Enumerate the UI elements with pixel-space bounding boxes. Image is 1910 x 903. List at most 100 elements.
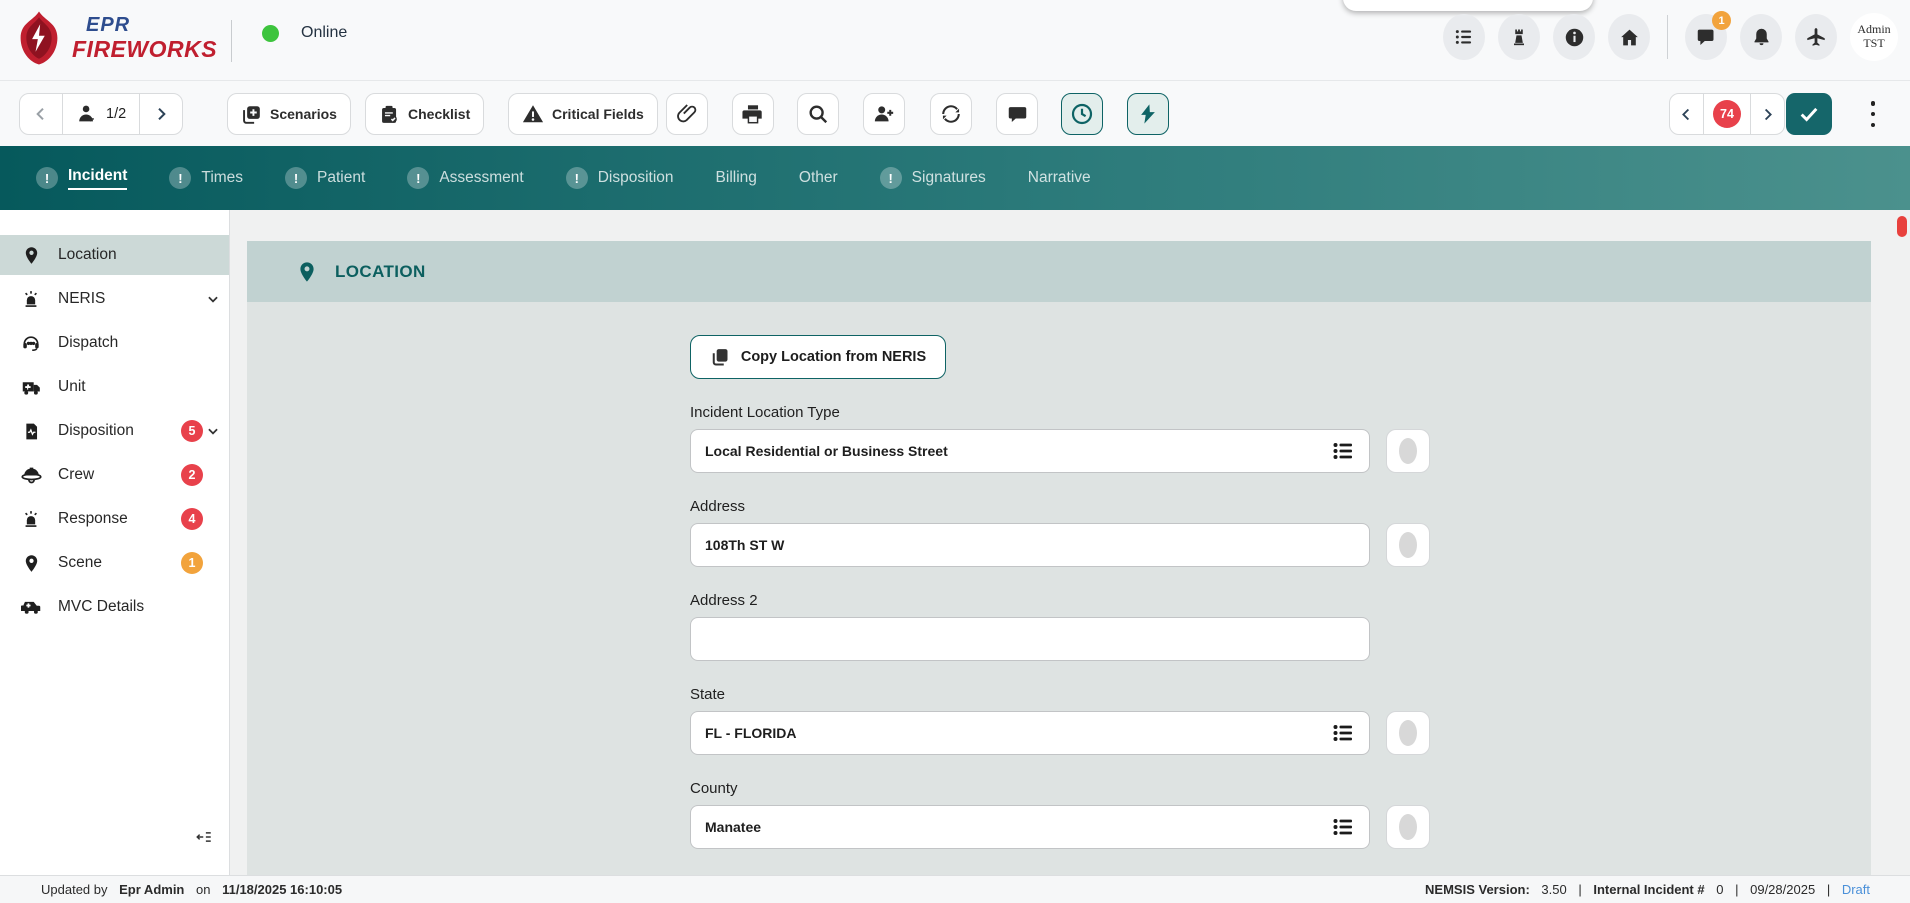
sidebar-item-unit[interactable]: Unit [0, 367, 229, 407]
alert-count-badge: 5 [181, 420, 203, 442]
list-menu-button[interactable] [1443, 14, 1485, 60]
patient-icon [76, 103, 98, 125]
tab-billing[interactable]: Billing [716, 169, 757, 187]
state-input[interactable]: FL - FLORIDA [690, 711, 1370, 755]
validation-count: 74 [1703, 94, 1750, 134]
field-address: Address 108Th ST W [690, 498, 1436, 567]
county-input[interactable]: Manatee [690, 805, 1370, 849]
field-address-2: Address 2 [690, 592, 1436, 661]
copy-location-from-neris-button[interactable]: Copy Location from NERIS [690, 335, 946, 379]
incident-date: 09/28/2025 [1750, 882, 1815, 897]
chat-count-badge: 1 [1712, 11, 1731, 30]
notifications-button[interactable] [1740, 14, 1782, 60]
validation-prev-button[interactable] [1670, 94, 1703, 134]
list-picker-icon[interactable] [1331, 439, 1355, 463]
sidebar-item-label: Crew [58, 466, 94, 484]
tab-incident[interactable]: ! Incident [36, 167, 127, 190]
sidebar-item-crew[interactable]: Crew 2 [0, 455, 229, 495]
sidebar-item-response[interactable]: Response 4 [0, 499, 229, 539]
sidebar-item-mvc-details[interactable]: MVC Details [0, 587, 229, 627]
address-2-input[interactable] [690, 617, 1370, 661]
info-button[interactable] [1553, 14, 1595, 60]
prev-record-button[interactable] [20, 94, 62, 134]
more-options-button[interactable] [1864, 101, 1882, 127]
tab-patient[interactable]: ! Patient [285, 167, 365, 189]
add-person-button[interactable] [863, 93, 905, 135]
info-icon [1564, 27, 1585, 48]
scrollbar-thumb[interactable] [1897, 216, 1907, 237]
sidebar-item-dispatch[interactable]: Dispatch [0, 323, 229, 363]
vehicle-icon [20, 596, 42, 618]
tower-button[interactable] [1498, 14, 1540, 60]
checklist-button[interactable]: Checklist [365, 93, 484, 135]
tab-label: Assessment [439, 169, 523, 187]
tab-disposition[interactable]: ! Disposition [566, 167, 674, 189]
ambulance-icon [20, 376, 42, 398]
field-label: Incident Location Type [690, 404, 1436, 421]
field-status-button[interactable] [1386, 523, 1430, 567]
alert-icon: ! [169, 167, 191, 189]
avatar-name-line1: Admin [1857, 23, 1890, 37]
tab-times[interactable]: ! Times [169, 167, 243, 189]
sidebar-item-label: Dispatch [58, 334, 118, 352]
incident-location-type-input[interactable]: Local Residential or Business Street [690, 429, 1370, 473]
sidebar-item-label: Scene [58, 554, 102, 572]
alert-icon: ! [566, 167, 588, 189]
sidebar: Location NERIS Dispatch Unit Disposition… [0, 210, 230, 875]
flight-mode-button[interactable] [1795, 14, 1837, 60]
tab-assessment[interactable]: ! Assessment [407, 167, 523, 189]
tab-label: Billing [716, 169, 757, 187]
copy-location-label: Copy Location from NERIS [741, 349, 926, 365]
list-picker-icon[interactable] [1331, 815, 1355, 839]
field-status-button[interactable] [1386, 429, 1430, 473]
print-button[interactable] [732, 93, 774, 135]
validation-count-badge: 74 [1713, 100, 1741, 128]
sync-button[interactable] [930, 93, 972, 135]
nemsis-version-value: 3.50 [1541, 882, 1566, 897]
tab-label: Narrative [1028, 169, 1091, 187]
location-card: LOCATION Copy Location from NERIS Incide… [247, 241, 1871, 875]
times-quick-button[interactable] [1061, 93, 1103, 135]
avatar[interactable]: Admin TST [1850, 13, 1898, 61]
floating-tooltip-remnant [1343, 0, 1593, 11]
draft-status-link[interactable]: Draft [1842, 882, 1870, 897]
quick-actions-button[interactable] [1127, 93, 1169, 135]
alert-icon: ! [880, 167, 902, 189]
comments-button[interactable] [996, 93, 1038, 135]
collapse-sidebar-icon[interactable] [195, 828, 213, 846]
address-input[interactable]: 108Th ST W [690, 523, 1370, 567]
messages-button[interactable]: 1 [1685, 14, 1727, 60]
home-button[interactable] [1608, 14, 1650, 60]
list-picker-icon[interactable] [1331, 721, 1355, 745]
sidebar-item-location[interactable]: Location [0, 235, 229, 275]
field-status-button[interactable] [1386, 805, 1430, 849]
separator: | [1578, 882, 1581, 897]
validation-next-button[interactable] [1750, 94, 1784, 134]
sidebar-item-neris[interactable]: NERIS [0, 279, 229, 319]
sidebar-item-scene[interactable]: Scene 1 [0, 543, 229, 583]
scenarios-icon [241, 104, 262, 125]
field-value: FL - FLORIDA [705, 725, 1331, 741]
status-oval-icon [1399, 532, 1417, 558]
logo-text-epr: EPR [86, 15, 217, 35]
tab-signatures[interactable]: ! Signatures [880, 167, 986, 189]
next-record-button[interactable] [139, 94, 182, 134]
tab-other[interactable]: Other [799, 169, 838, 187]
sidebar-item-label: Unit [58, 378, 86, 396]
tower-icon [1509, 27, 1529, 47]
field-value: Local Residential or Business Street [705, 443, 1331, 459]
critical-fields-button[interactable]: Critical Fields [508, 93, 658, 135]
field-label: Address [690, 498, 1436, 515]
scenarios-button[interactable]: Scenarios [227, 93, 351, 135]
check-icon [1798, 103, 1820, 125]
logo-text-fireworks: FIREWORKS [72, 38, 217, 61]
tab-narrative[interactable]: Narrative [1028, 169, 1091, 187]
validation-pager: 74 [1669, 93, 1785, 135]
location-card-header: LOCATION [247, 241, 1871, 302]
avatar-name-line2: TST [1863, 37, 1884, 51]
search-button[interactable] [797, 93, 839, 135]
field-status-button[interactable] [1386, 711, 1430, 755]
save-button[interactable] [1786, 93, 1832, 135]
sidebar-item-disposition[interactable]: Disposition 5 [0, 411, 229, 451]
attachments-button[interactable] [666, 93, 708, 135]
